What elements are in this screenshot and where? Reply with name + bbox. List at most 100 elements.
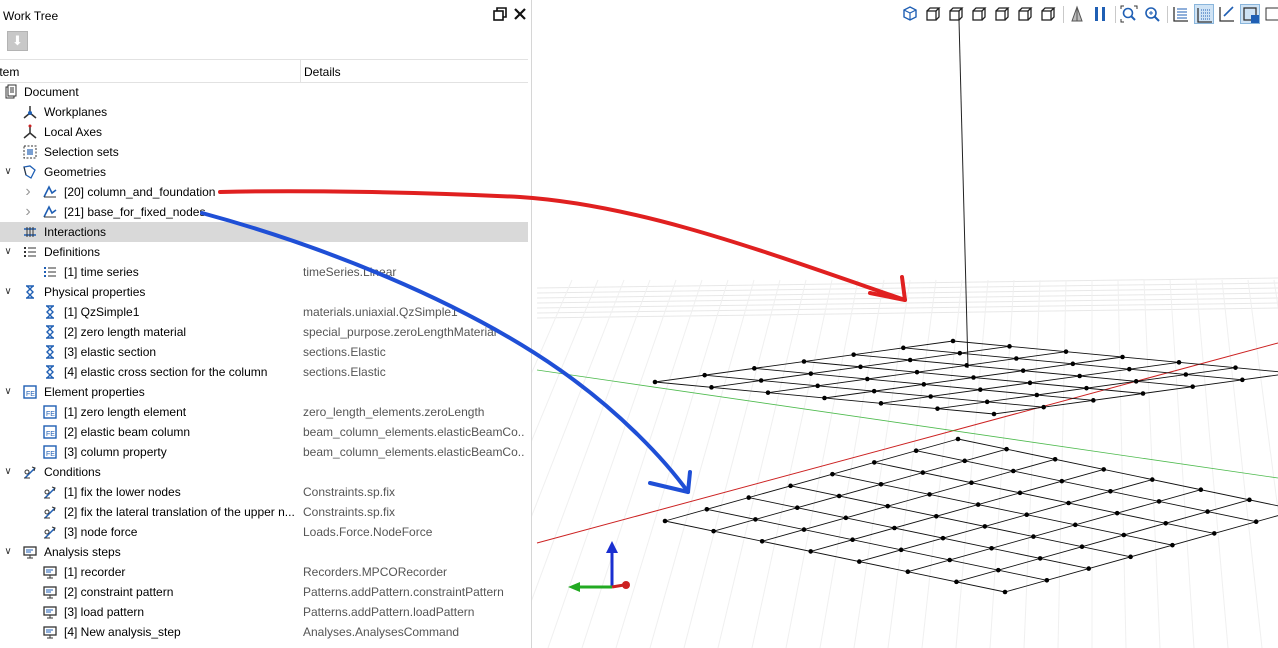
- tree-row[interactable]: Document: [0, 82, 528, 102]
- scene-canvas[interactable]: [532, 0, 1278, 648]
- svg-text:FE: FE: [26, 391, 35, 398]
- chevron-down-icon[interactable]: ∨: [2, 163, 14, 181]
- lower-grid-node: [927, 492, 932, 497]
- tree-item-details: sections.Elastic: [303, 345, 386, 359]
- lower-grid-line: [832, 473, 1173, 546]
- lower-grid-node: [878, 481, 884, 487]
- tree-row[interactable]: ∨ FE Element properties: [0, 382, 528, 402]
- tree-row[interactable]: [1] time series timeSeries.Linear: [0, 262, 528, 282]
- lower-grid-line: [664, 520, 1006, 593]
- tree-row[interactable]: › [20] column_and_foundation: [0, 182, 528, 202]
- tree-row[interactable]: ∨ Conditions: [0, 462, 528, 482]
- view-front-cube-button[interactable]: [923, 4, 943, 24]
- tree-item-label: Document: [24, 85, 79, 99]
- definitions-icon: [22, 244, 38, 260]
- background-grid-line: [955, 279, 989, 648]
- grid-dots-button[interactable]: [1194, 4, 1214, 24]
- tree-row[interactable]: FE [2] elastic beam column beam_column_ele…: [0, 422, 528, 442]
- upper-grid-node: [752, 366, 757, 371]
- tree-row[interactable]: › [21] base_for_fixed_nodes: [0, 202, 528, 222]
- tree-row[interactable]: [3] elastic section sections.Elastic: [0, 342, 528, 362]
- lower-grid-node: [1101, 467, 1107, 472]
- tree-item-details: Constraints.sp.fix: [303, 505, 396, 519]
- upper-grid-node: [765, 390, 771, 395]
- axis-toggle-button[interactable]: [1217, 4, 1237, 24]
- tree-item-label: [4] elastic cross section for the column: [64, 365, 268, 379]
- lower-grid-node: [995, 567, 1001, 573]
- column-header-details[interactable]: Details: [304, 65, 341, 79]
- zoom-button[interactable]: [1142, 4, 1162, 24]
- tree-row[interactable]: FE [1] zero length element zero_length_ele…: [0, 402, 528, 422]
- tree-row[interactable]: [2] fix the lateral translation of the u…: [0, 502, 528, 522]
- tree-row[interactable]: FE [3] column property beam_column_element…: [0, 442, 528, 462]
- 3d-viewport[interactable]: [532, 0, 1278, 648]
- view-bottom-cube-button[interactable]: [1038, 4, 1058, 24]
- geometry-icon: [42, 184, 58, 200]
- lower-grid-node: [969, 480, 974, 486]
- tree-row[interactable]: [1] recorder Recorders.MPCORecorder: [0, 562, 528, 582]
- lower-grid-node: [1170, 542, 1175, 548]
- tree-row[interactable]: ∨ Physical properties: [0, 282, 528, 302]
- tree-row[interactable]: Workplanes: [0, 102, 528, 122]
- tree-row[interactable]: [3] node force Loads.Force.NodeForce: [0, 522, 528, 542]
- upper-grid-node: [801, 359, 807, 364]
- lower-grid-node: [1198, 487, 1204, 493]
- tree-item-label: [2] elastic beam column: [64, 425, 191, 439]
- perspective-button[interactable]: [1067, 4, 1087, 24]
- view-top-cube-icon: [1018, 7, 1033, 21]
- view-back-cube-button[interactable]: [946, 4, 966, 24]
- chevron-down-icon[interactable]: ∨: [2, 463, 14, 481]
- tree-row[interactable]: Selection sets: [0, 142, 528, 162]
- tree-row[interactable]: ∨ Definitions: [0, 242, 528, 262]
- tree-column-header: Item Details: [0, 59, 528, 83]
- upper-grid-node: [1091, 398, 1096, 403]
- view-right-cube-button[interactable]: [992, 4, 1012, 24]
- selection-box-button[interactable]: [1240, 4, 1260, 24]
- upper-grid-node: [950, 338, 956, 344]
- parallel-projection-button[interactable]: [1090, 4, 1110, 24]
- chevron-down-icon[interactable]: ∨: [2, 283, 14, 301]
- render-mode-button[interactable]: [1263, 4, 1278, 24]
- view-left-cube-button[interactable]: [969, 4, 989, 24]
- iso-view-button[interactable]: [900, 4, 920, 24]
- tree-row[interactable]: Local Axes: [0, 122, 528, 142]
- tree-item-label: Workplanes: [44, 105, 108, 119]
- chevron-right-icon[interactable]: ›: [22, 183, 34, 201]
- chevron-down-icon[interactable]: ∨: [2, 383, 14, 401]
- tree-row[interactable]: [2] zero length material special_purpose.…: [0, 322, 528, 342]
- tree-row[interactable]: ∨ Geometries: [0, 162, 528, 182]
- zoom-fit-button[interactable]: [1119, 4, 1139, 24]
- move-down-button[interactable]: ⬇: [7, 31, 28, 51]
- tree-row[interactable]: [1] fix the lower nodes Constraints.sp.fi…: [0, 482, 528, 502]
- tree-row[interactable]: [1] QzSimple1 materials.uniaxial.QzSimple…: [0, 302, 528, 322]
- view-top-cube-button[interactable]: [1015, 4, 1035, 24]
- grid-lines-button[interactable]: [1171, 4, 1191, 24]
- column-separator[interactable]: [300, 60, 301, 82]
- axis-toggle-icon: [1219, 6, 1234, 22]
- work-tree-panel: Work Tree ⬇ Item Details Document Workpla…: [0, 0, 532, 648]
- tree-item-label: Analysis steps: [44, 545, 121, 559]
- lower-grid-node: [898, 547, 904, 553]
- tree-row[interactable]: [2] constraint pattern Patterns.addPatter…: [0, 582, 528, 602]
- lower-grid-node: [1149, 477, 1155, 482]
- material-icon: [42, 364, 58, 380]
- close-icon[interactable]: [512, 7, 528, 23]
- lower-grid-node: [1128, 554, 1133, 560]
- upper-grid-node: [758, 378, 764, 383]
- lower-grid-node: [1037, 556, 1043, 561]
- float-window-icon[interactable]: [492, 7, 508, 23]
- geometry-icon: [42, 204, 58, 220]
- tree-row[interactable]: ∨ Analysis steps: [0, 542, 528, 562]
- chevron-right-icon[interactable]: ›: [22, 203, 34, 221]
- background-grid-line: [1221, 279, 1263, 648]
- tree-item-label: [3] load pattern: [64, 605, 145, 619]
- tree-row[interactable]: [4] New analysis_step Analyses.AnalysesCo…: [0, 622, 528, 642]
- tree-row[interactable]: [3] load pattern Patterns.addPattern.load…: [0, 602, 528, 622]
- tree-row[interactable]: Interactions: [0, 222, 528, 242]
- tree-row[interactable]: [4] elastic cross section for the column…: [0, 362, 528, 382]
- column-header-item[interactable]: Item: [0, 65, 19, 79]
- tree-item-label: [1] time series: [64, 265, 139, 279]
- chevron-down-icon[interactable]: ∨: [2, 543, 14, 561]
- chevron-down-icon[interactable]: ∨: [2, 243, 14, 261]
- svg-text:FE: FE: [46, 411, 55, 418]
